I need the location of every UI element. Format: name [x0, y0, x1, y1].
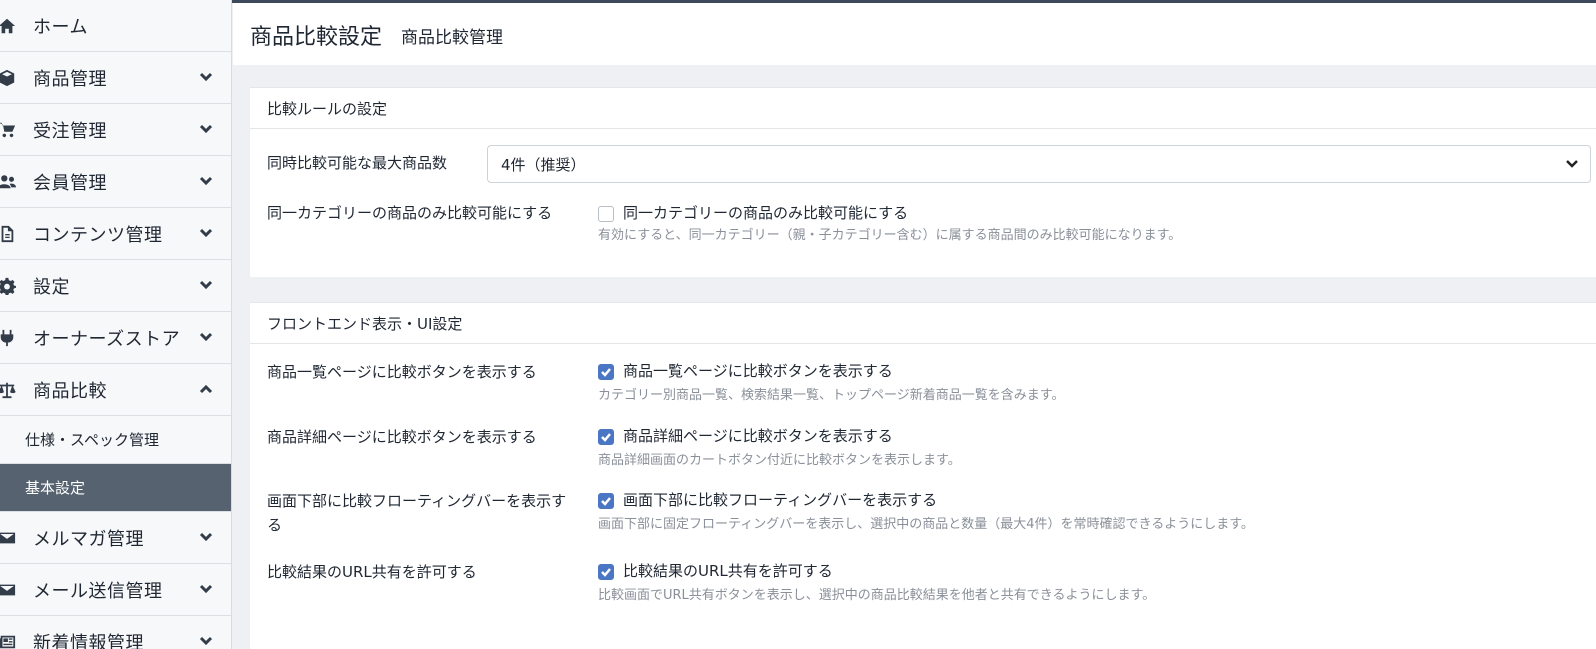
same-category-checkbox[interactable] [598, 206, 614, 222]
sidebar-item-label: 商品管理 [33, 68, 107, 90]
list-button-check-label[interactable]: 商品一覧ページに比較ボタンを表示する [623, 361, 893, 381]
page-header: 商品比較設定 商品比較管理 [233, 3, 1596, 65]
max-items-value: 4件（推奨） [501, 156, 586, 174]
sidebar-item-owners-store[interactable]: オーナーズストア [0, 312, 231, 364]
main-content: 商品比較設定 商品比較管理 比較ルールの設定 同時比較可能な最大商品数 4件（推… [233, 3, 1596, 649]
floating-bar-help: 画面下部に固定フローティングバーを表示し、選択中の商品と数量（最大4件）を常時確… [598, 517, 1254, 532]
envelope-icon [0, 528, 17, 548]
detail-button-help: 商品詳細画面のカートボタン付近に比較ボタンを表示します。 [598, 453, 961, 468]
users-icon [0, 172, 17, 192]
comparison-rule-card: 比較ルールの設定 同時比較可能な最大商品数 4件（推奨） 同一カテゴリーの商品の… [250, 87, 1596, 277]
sidebar-item-comparison[interactable]: 商品比較 [0, 364, 231, 416]
sidebar-subitem-spec[interactable]: 仕様・スペック管理 [0, 416, 231, 464]
detail-button-checkbox[interactable] [598, 429, 614, 445]
url-share-label: 比較結果のURL共有を許可する [267, 563, 477, 581]
chevron-down-icon [198, 173, 216, 191]
url-share-row: 比較結果のURL共有を許可する 比較結果のURL共有を許可する 比較画面でURL… [250, 560, 1596, 620]
chevron-down-icon [198, 225, 216, 243]
sidebar: ホーム 商品管理 受注管理 会員管理 コンテンツ管理 設定 オーナーズストア 商… [0, 0, 232, 649]
home-icon [0, 16, 17, 36]
scale-icon [0, 380, 17, 400]
max-items-row: 同時比較可能な最大商品数 4件（推奨） [250, 129, 1596, 199]
sidebar-item-contents[interactable]: コンテンツ管理 [0, 208, 231, 260]
sidebar-item-label: 設定 [33, 276, 70, 298]
envelope-icon [0, 580, 17, 600]
page-title: 商品比較設定 [250, 25, 383, 50]
floating-bar-checkbox[interactable] [598, 493, 614, 509]
floating-bar-check-label[interactable]: 画面下部に比較フローティングバーを表示する [623, 490, 937, 510]
sidebar-item-settings[interactable]: 設定 [0, 260, 231, 312]
sidebar-subitem-label: 基本設定 [25, 479, 86, 497]
chevron-down-icon [198, 69, 216, 87]
cart-icon [0, 120, 17, 140]
same-category-check-label[interactable]: 同一カテゴリーの商品のみ比較可能にする [623, 203, 908, 223]
chevron-down-icon [198, 121, 216, 139]
list-button-help: カテゴリー別商品一覧、検索結果一覧、トップページ新着商品一覧を含みます。 [598, 388, 1065, 403]
sidebar-item-label: 新着情報管理 [33, 632, 144, 649]
page-subtitle: 商品比較管理 [401, 28, 503, 48]
sidebar-item-mail-send[interactable]: メール送信管理 [0, 564, 231, 616]
sidebar-item-label: メール送信管理 [33, 580, 163, 602]
file-icon [0, 224, 17, 244]
frontend-ui-card: フロントエンド表示・UI設定 商品一覧ページに比較ボタンを表示する 商品一覧ペー… [250, 302, 1596, 649]
sidebar-subitem-label: 仕様・スペック管理 [25, 431, 159, 449]
url-share-check-label[interactable]: 比較結果のURL共有を許可する [623, 561, 833, 581]
sidebar-subitem-basic-settings[interactable]: 基本設定 [0, 464, 231, 512]
sidebar-item-label: 商品比較 [33, 380, 107, 402]
detail-button-check-label[interactable]: 商品詳細ページに比較ボタンを表示する [623, 426, 893, 446]
sidebar-item-home[interactable]: ホーム [0, 0, 231, 52]
chevron-down-icon [1564, 156, 1580, 172]
sidebar-item-label: ホーム [33, 16, 88, 38]
max-items-select[interactable]: 4件（推奨） [487, 145, 1591, 183]
url-share-help: 比較画面でURL共有ボタンを表示し、選択中の商品比較結果を他者と共有できるように… [598, 588, 1156, 603]
sidebar-item-label: オーナーズストア [33, 328, 181, 350]
cube-icon [0, 68, 17, 88]
chevron-down-icon [198, 581, 216, 599]
url-share-checkbox[interactable] [598, 564, 614, 580]
same-category-row: 同一カテゴリーの商品のみ比較可能にする 同一カテゴリーの商品のみ比較可能にする … [250, 199, 1596, 269]
card-title: 比較ルールの設定 [250, 88, 1596, 129]
detail-button-row: 商品詳細ページに比較ボタンを表示する 商品詳細ページに比較ボタンを表示する 商品… [250, 425, 1596, 485]
list-button-checkbox[interactable] [598, 364, 614, 380]
sidebar-item-products[interactable]: 商品管理 [0, 52, 231, 104]
gear-icon [0, 276, 17, 296]
same-category-label: 同一カテゴリーの商品のみ比較可能にする [267, 204, 553, 222]
chevron-down-icon [198, 329, 216, 347]
sidebar-item-label: 受注管理 [33, 120, 107, 142]
sidebar-item-label: メルマガ管理 [33, 528, 144, 550]
chevron-down-icon [198, 633, 216, 649]
sidebar-item-label: 会員管理 [33, 172, 107, 194]
list-button-row: 商品一覧ページに比較ボタンを表示する 商品一覧ページに比較ボタンを表示する カテ… [250, 360, 1596, 420]
sidebar-item-orders[interactable]: 受注管理 [0, 104, 231, 156]
plug-icon [0, 328, 17, 348]
list-button-label: 商品一覧ページに比較ボタンを表示する [267, 363, 537, 381]
sidebar-item-news[interactable]: 新着情報管理 [0, 616, 231, 649]
sidebar-item-members[interactable]: 会員管理 [0, 156, 231, 208]
sidebar-item-mailmagazine[interactable]: メルマガ管理 [0, 512, 231, 564]
floating-bar-label: 画面下部に比較フローティングバーを表示する [267, 492, 567, 534]
floating-bar-row: 画面下部に比較フローティングバーを表示する 画面下部に比較フローティングバーを表… [250, 489, 1596, 559]
same-category-help: 有効にすると、同一カテゴリー（親・子カテゴリー含む）に属する商品間のみ比較可能に… [598, 228, 1182, 243]
chevron-up-icon [198, 381, 216, 399]
sidebar-item-label: コンテンツ管理 [33, 224, 163, 246]
chevron-down-icon [198, 277, 216, 295]
detail-button-label: 商品詳細ページに比較ボタンを表示する [267, 428, 537, 446]
chevron-down-icon [198, 529, 216, 547]
newspaper-icon [0, 632, 17, 649]
card-title: フロントエンド表示・UI設定 [250, 303, 1596, 344]
